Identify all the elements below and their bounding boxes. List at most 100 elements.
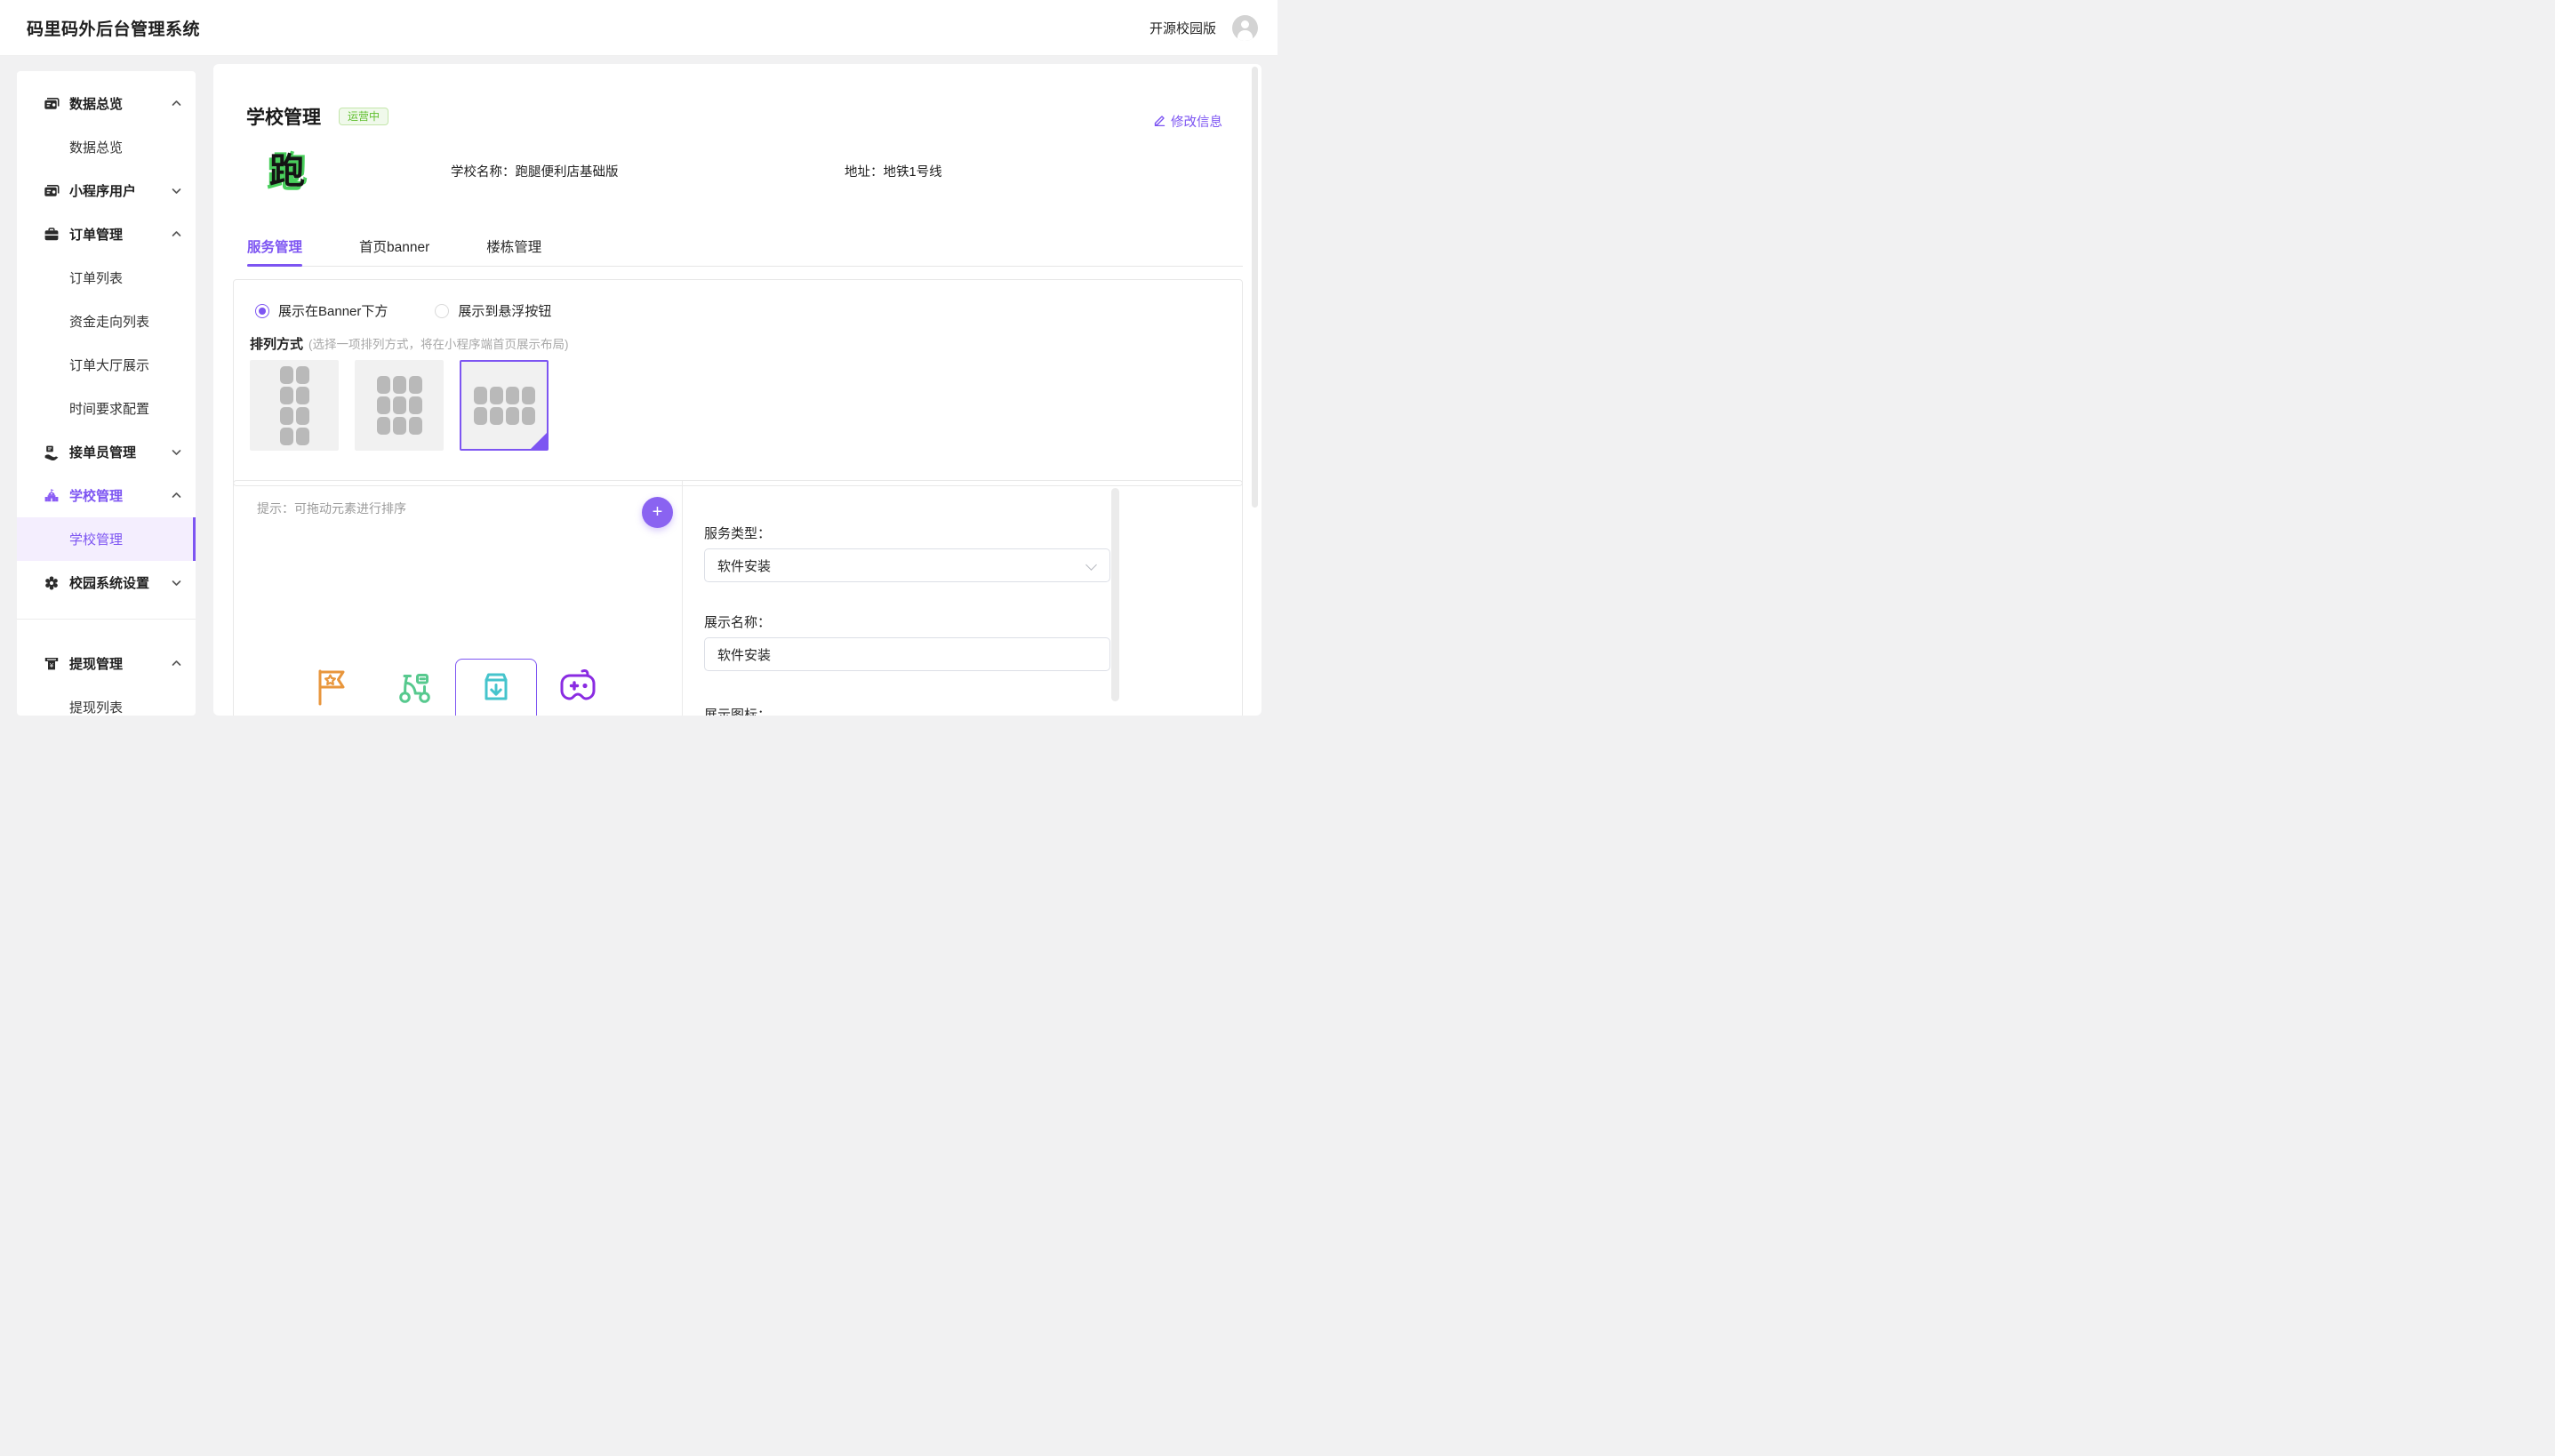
display-name-input[interactable] — [704, 637, 1110, 671]
sidebar-group-label: 校园系统设置 — [69, 573, 172, 592]
atm-icon: ¥ — [44, 656, 60, 672]
tab-bar: 服务管理 首页banner 楼栋管理 — [247, 236, 1243, 267]
radio-floating-button[interactable] — [435, 304, 449, 318]
flag-icon — [312, 666, 353, 716]
sidebar-group-school-management[interactable]: 学校管理 — [17, 474, 196, 517]
tab-service-management[interactable]: 服务管理 — [247, 236, 302, 266]
chevron-up-icon — [172, 491, 181, 500]
display-name-label: 展示名称： — [704, 612, 771, 631]
sidebar-group-label: 订单管理 — [69, 225, 172, 244]
sidebar-item-order-list[interactable]: 订单列表 — [17, 256, 196, 300]
sidebar-group-data-overview[interactable]: 数据总览 — [17, 82, 196, 125]
service-item-flag[interactable] — [292, 659, 373, 716]
school-address-value: 地铁1号线 — [884, 165, 942, 180]
radio-below-banner[interactable] — [255, 304, 269, 318]
service-type-label: 服务类型： — [704, 524, 771, 542]
sidebar-group-campus-system-settings[interactable]: 校园系统设置 — [17, 561, 196, 604]
drag-sort-hint: 提示：可拖动元素进行排序 — [257, 500, 406, 517]
edition-label: 开源校园版 — [1149, 19, 1216, 37]
sidebar-item-fund-flow-list[interactable]: 资金走向列表 — [17, 300, 196, 343]
service-item-game[interactable] — [537, 659, 619, 716]
id-card-icon — [44, 96, 60, 112]
status-badge: 运营中 — [339, 108, 388, 125]
sidebar-item-withdrawal-list[interactable]: 提现列表 — [17, 685, 196, 716]
sidebar-divider — [17, 619, 196, 620]
school-address: 地址：地铁1号线 — [845, 162, 942, 180]
school-logo-text: 跑 — [269, 154, 305, 189]
install-box-icon — [476, 667, 517, 716]
sidebar-item-label: 资金走向列表 — [69, 312, 149, 331]
arrangement-title: 排列方式 — [250, 334, 303, 353]
school-name-label: 学校名称： — [451, 165, 516, 180]
sidebar-item-label: 学校管理 — [69, 530, 123, 548]
chevron-down-icon — [172, 447, 181, 457]
service-editor-section: 提示：可拖动元素进行排序 + — [233, 480, 1243, 716]
sidebar-item-school-management[interactable]: 学校管理 — [17, 517, 196, 561]
radio-label-floating-button[interactable]: 展示到悬浮按钮 — [458, 301, 551, 320]
layout-option-2x4[interactable] — [250, 360, 339, 451]
chevron-up-icon — [172, 659, 181, 668]
arrangement-hint: (选择一项排列方式，将在小程序端首页展示布局) — [308, 334, 569, 352]
service-icons-row — [292, 659, 619, 716]
page-title: 学校管理 — [246, 103, 321, 130]
layout-option-4x2-selected[interactable] — [460, 360, 549, 451]
school-icon — [44, 488, 60, 504]
grid-4x2-icon — [474, 387, 535, 425]
service-item-software-install-selected[interactable] — [455, 659, 537, 716]
sidebar: 数据总览 数据总览 小程序用户 订单管理 订单列表 资金走向列表 订单 — [17, 71, 196, 716]
add-service-button[interactable]: + — [642, 497, 673, 528]
layout-option-3x3[interactable] — [355, 360, 444, 451]
main-content-card: 学校管理 运营中 修改信息 跑 学校名称：跑腿便利店基础版 地址：地铁1号线 服… — [213, 64, 1261, 716]
service-form-panel: 服务类型： 软件安装 展示名称： 展示图标： — [682, 481, 1242, 716]
tab-building-management[interactable]: 楼栋管理 — [486, 236, 541, 266]
user-avatar-icon[interactable] — [1232, 15, 1258, 41]
edit-info-link[interactable]: 修改信息 — [1153, 112, 1222, 131]
sidebar-item-label: 订单大厅展示 — [69, 356, 149, 374]
chevron-up-icon — [172, 229, 181, 239]
sidebar-group-order-management[interactable]: 订单管理 — [17, 212, 196, 256]
form-panel-scrollbar[interactable] — [1111, 488, 1119, 701]
sidebar-item-data-overview[interactable]: 数据总览 — [17, 125, 196, 169]
service-type-value: 软件安装 — [717, 556, 771, 575]
main-card-scrollbar[interactable] — [1252, 67, 1258, 508]
sidebar-group-withdrawal-management[interactable]: ¥ 提现管理 — [17, 642, 196, 685]
sidebar-group-miniapp-users[interactable]: 小程序用户 — [17, 169, 196, 212]
sidebar-item-label: 提现列表 — [69, 698, 123, 716]
school-address-label: 地址： — [845, 165, 884, 180]
sidebar-item-label: 订单列表 — [69, 268, 123, 287]
service-sort-panel: 提示：可拖动元素进行排序 + — [234, 481, 682, 716]
chevron-down-icon — [172, 578, 181, 588]
sidebar-item-order-hall-display[interactable]: 订单大厅展示 — [17, 343, 196, 387]
app-root: 码里码外后台管理系统 开源校园版 数据总览 数据总览 小程序用户 — [0, 0, 1278, 728]
sidebar-item-time-requirement-config[interactable]: 时间要求配置 — [17, 387, 196, 430]
display-settings-section: 展示在Banner下方 展示到悬浮按钮 排列方式 (选择一项排列方式，将在小程序… — [233, 279, 1243, 486]
gear-icon — [44, 575, 60, 591]
scooter-icon — [394, 666, 435, 716]
grid-2x4-icon — [280, 366, 309, 445]
sidebar-group-label: 小程序用户 — [69, 181, 172, 200]
sidebar-item-label: 数据总览 — [69, 138, 123, 156]
arrangement-header: 排列方式 (选择一项排列方式，将在小程序端首页展示布局) — [250, 334, 569, 353]
sidebar-group-courier-management[interactable]: 接单员管理 — [17, 430, 196, 474]
service-item-scooter[interactable] — [373, 659, 455, 716]
chevron-down-icon — [1085, 559, 1097, 571]
hand-receipt-icon — [44, 444, 60, 460]
edit-pencil-icon — [1153, 113, 1166, 130]
svg-text:¥: ¥ — [50, 661, 54, 668]
chevron-down-icon — [172, 186, 181, 196]
app-title: 码里码外后台管理系统 — [27, 16, 200, 40]
chevron-up-icon — [172, 99, 181, 108]
header-right: 开源校园版 — [1149, 15, 1258, 41]
layout-options — [250, 360, 549, 451]
id-card-icon — [44, 183, 60, 199]
school-logo: 跑 — [265, 150, 309, 193]
school-name-value: 跑腿便利店基础版 — [516, 165, 619, 180]
grid-3x3-icon — [377, 376, 422, 435]
sidebar-group-label: 提现管理 — [69, 654, 172, 673]
top-header: 码里码外后台管理系统 开源校园版 — [0, 0, 1278, 56]
game-controller-icon — [557, 666, 598, 716]
tab-home-banner[interactable]: 首页banner — [359, 236, 429, 266]
radio-label-below-banner[interactable]: 展示在Banner下方 — [278, 301, 388, 320]
service-type-select[interactable]: 软件安装 — [704, 548, 1110, 582]
sidebar-item-label: 时间要求配置 — [69, 399, 149, 418]
